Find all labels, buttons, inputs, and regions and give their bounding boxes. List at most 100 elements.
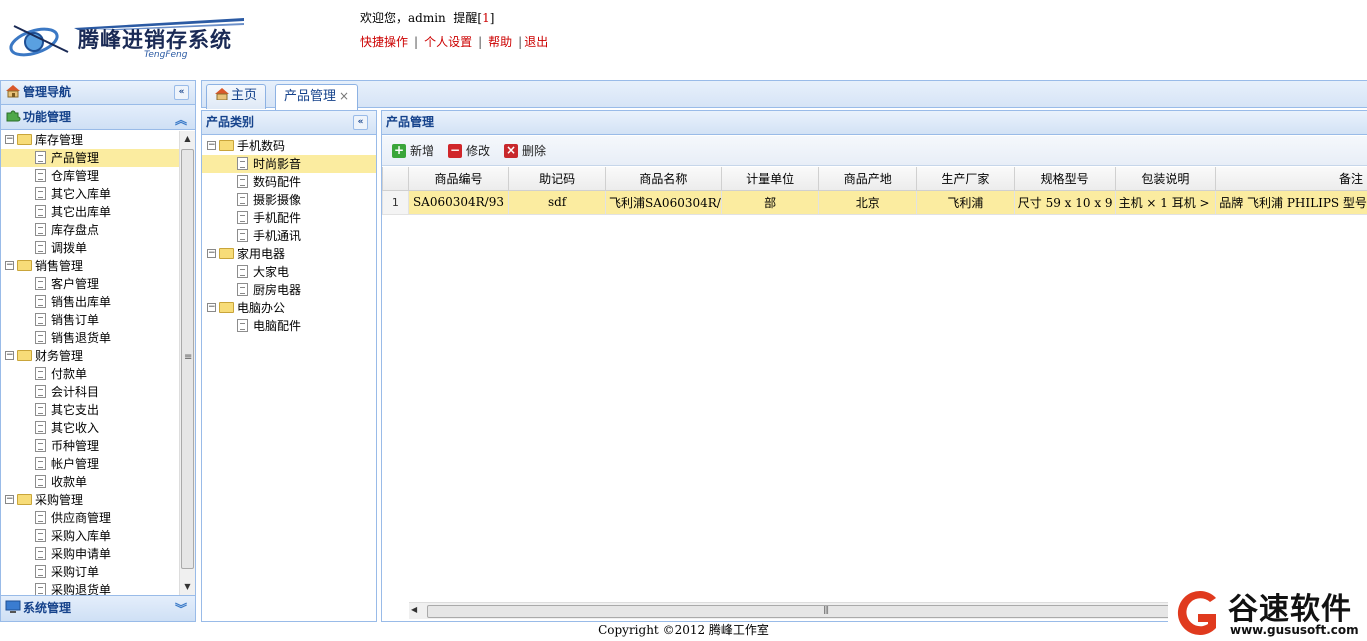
tree-item[interactable]: 采购申请单 <box>1 545 179 563</box>
tab-product-management[interactable]: 产品管理 × <box>275 84 359 110</box>
tree-item[interactable]: 电脑配件 <box>202 317 376 335</box>
system-section-header[interactable]: 系统管理 ︾ <box>1 595 195 621</box>
tree-item[interactable]: 其它收入 <box>1 419 179 437</box>
tree-item[interactable]: 付款单 <box>1 365 179 383</box>
chevron-up-icon[interactable]: ︽ <box>175 108 187 132</box>
monitor-icon <box>5 600 21 613</box>
collapse-toggle-icon[interactable]: − <box>207 141 216 150</box>
document-icon <box>237 211 248 224</box>
tree-group[interactable]: − 手机数码 <box>202 137 376 155</box>
scroll-thumb[interactable] <box>181 149 194 569</box>
tree-item[interactable]: 会计科目 <box>1 383 179 401</box>
collapse-toggle-icon[interactable]: − <box>5 495 14 504</box>
edit-button[interactable]: − 修改 <box>448 143 490 160</box>
tree-group[interactable]: − 库存管理 <box>1 131 179 149</box>
collapse-toggle-icon[interactable]: − <box>207 249 216 258</box>
tree-item[interactable]: 客户管理 <box>1 275 179 293</box>
scroll-left-icon[interactable]: ◀ <box>411 605 417 614</box>
tree-item[interactable]: 采购入库单 <box>1 527 179 545</box>
tree-group-label: 采购管理 <box>35 493 84 507</box>
col-header[interactable]: 规格型号 <box>1013 167 1116 191</box>
tree-item[interactable]: 手机通讯 <box>202 227 376 245</box>
tree-group[interactable]: − 财务管理 <box>1 347 179 365</box>
chevron-down-icon[interactable]: ︾ <box>175 597 187 622</box>
tree-item[interactable]: 采购退货单 <box>1 581 179 595</box>
col-header[interactable]: 包装说明 <box>1114 167 1217 191</box>
tree-group[interactable]: − 家用电器 <box>202 245 376 263</box>
tree-item[interactable]: 其它出库单 <box>1 203 179 221</box>
tree-group-label: 家用电器 <box>237 247 286 261</box>
col-header[interactable]: 商品名称 <box>605 167 722 191</box>
logout-link[interactable]: 退出 <box>524 35 548 49</box>
tree-item[interactable]: 其它支出 <box>1 401 179 419</box>
tree-group[interactable]: − 销售管理 <box>1 257 179 275</box>
collapse-toggle-icon[interactable]: − <box>5 261 14 270</box>
tree-item-label: 手机配件 <box>253 211 302 225</box>
table-row[interactable]: 1 SA060304R/93 sdf 飞利浦SA060304R/ 部 北京 飞利… <box>382 189 1367 215</box>
help-link[interactable]: 帮助 <box>488 35 512 49</box>
col-header[interactable]: 备注 <box>1215 167 1367 191</box>
tree-group[interactable]: − 采购管理 <box>1 491 179 509</box>
document-icon <box>237 193 248 206</box>
col-header[interactable]: 商品产地 <box>818 167 918 191</box>
delete-x-icon: × <box>504 143 518 158</box>
add-button[interactable]: + 新增 <box>392 143 434 160</box>
nav-scrollbar[interactable]: ▲ ▼ <box>179 131 195 595</box>
tree-item[interactable]: 库存盘点 <box>1 221 179 239</box>
document-icon <box>35 385 46 398</box>
col-header[interactable]: 助记码 <box>508 167 607 191</box>
close-icon[interactable]: × <box>339 89 349 103</box>
delete-button[interactable]: × 删除 <box>504 143 546 160</box>
scroll-thumb[interactable] <box>427 605 1227 618</box>
quick-ops-link[interactable]: 快捷操作 <box>360 35 408 49</box>
category-tree: − 手机数码时尚影音 数码配件 摄影摄像手机配件手机通讯 − 家用电器大家电 厨房电器 − 电脑… <box>202 137 376 335</box>
tree-item[interactable]: 帐户管理 <box>1 455 179 473</box>
collapse-toggle-icon[interactable]: − <box>207 303 216 312</box>
tree-item[interactable]: 币种管理 <box>1 437 179 455</box>
function-section-header[interactable]: 功能管理 ︽ <box>1 105 195 130</box>
collapse-nav-button[interactable]: « <box>174 85 189 100</box>
document-icon <box>237 157 248 170</box>
header: 腾峰进销存系统 TengFeng 欢迎您，admin 提醒[1] 快捷操作 | 个人… <box>0 0 1367 80</box>
scroll-down-icon[interactable]: ▼ <box>180 579 195 595</box>
tree-item[interactable]: 时尚影音 <box>202 155 376 173</box>
tree-item[interactable]: 其它入库单 <box>1 185 179 203</box>
collapse-toggle-icon[interactable]: − <box>5 351 14 360</box>
scroll-up-icon[interactable]: ▲ <box>180 131 195 147</box>
tree-item[interactable]: 供应商管理 <box>1 509 179 527</box>
tree-item[interactable]: 大家电 <box>202 263 376 281</box>
col-header[interactable]: 商品编号 <box>407 167 510 191</box>
tree-item[interactable]: 销售出库单 <box>1 293 179 311</box>
tree-item[interactable]: 产品管理 <box>1 149 179 167</box>
tree-item[interactable]: 调拨单 <box>1 239 179 257</box>
table-cell: 飞利浦SA060304R/ <box>605 189 722 215</box>
tree-item[interactable]: 摄影摄像 <box>202 191 376 209</box>
tree-item[interactable]: 仓库管理 <box>1 167 179 185</box>
tab-home[interactable]: 主页 <box>206 84 267 109</box>
tree-item[interactable]: 采购订单 <box>1 563 179 581</box>
col-header[interactable]: 计量单位 <box>720 167 820 191</box>
home-icon <box>215 88 229 100</box>
tree-item[interactable]: 销售退货单 <box>1 329 179 347</box>
tree-item[interactable]: 数码配件 <box>202 173 376 191</box>
folder-icon <box>17 134 32 145</box>
folder-icon <box>219 302 234 313</box>
tree-item[interactable]: 销售订单 <box>1 311 179 329</box>
col-header[interactable]: 生产厂家 <box>916 167 1015 191</box>
tree-item[interactable]: 收款单 <box>1 473 179 491</box>
collapse-category-button[interactable]: « <box>353 115 368 130</box>
tree-item-label: 采购订单 <box>51 565 100 579</box>
tree-group-label: 手机数码 <box>237 139 286 153</box>
watermark-url: www.gususoft.com <box>1230 623 1359 637</box>
row-number: 1 <box>382 189 409 215</box>
tree-item-label: 币种管理 <box>51 439 100 453</box>
collapse-toggle-icon[interactable]: − <box>5 135 14 144</box>
reminder-count[interactable]: 1 <box>482 11 490 25</box>
product-grid: 商品编号 助记码 商品名称 计量单位 商品产地 生产厂家 规格型号 包装说明 备… <box>382 167 1367 215</box>
tree-item-label: 供应商管理 <box>51 511 112 525</box>
personal-settings-link[interactable]: 个人设置 <box>424 35 472 49</box>
tree-group[interactable]: − 电脑办公 <box>202 299 376 317</box>
tree-item[interactable]: 手机配件 <box>202 209 376 227</box>
tree-group-label: 电脑办公 <box>237 301 286 315</box>
tree-item[interactable]: 厨房电器 <box>202 281 376 299</box>
